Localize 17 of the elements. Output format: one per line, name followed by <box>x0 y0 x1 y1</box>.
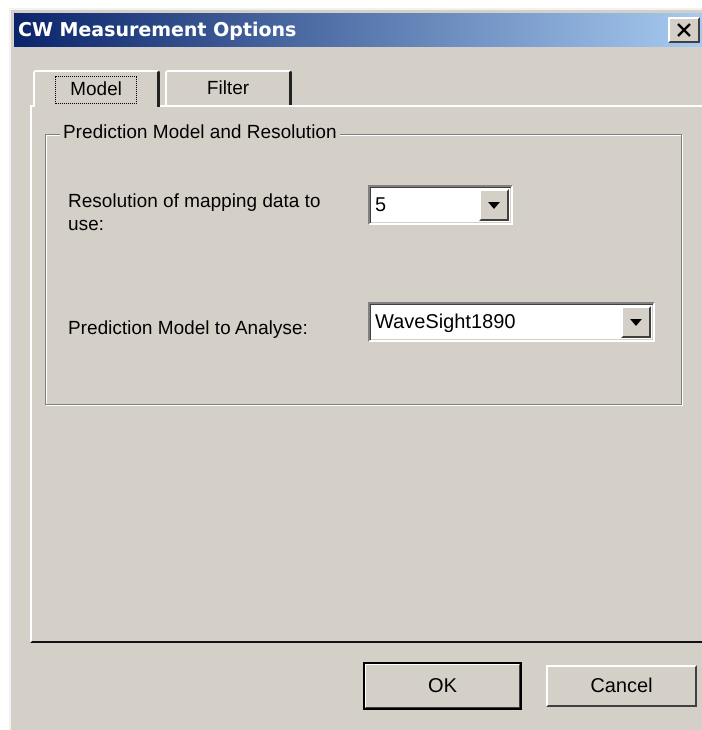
tab[interactable]: Filter <box>165 70 292 105</box>
close-button[interactable] <box>668 17 700 43</box>
dropdown-value: 5 <box>374 194 388 216</box>
dialog-button[interactable]: Cancel <box>546 665 697 707</box>
dialog-button[interactable]: OK <box>364 663 521 709</box>
dropdown[interactable]: 5 <box>368 185 513 225</box>
dropdown-value: WaveSight1890 <box>374 310 516 334</box>
tab[interactable]: Model <box>33 70 160 107</box>
field-label: Resolution of mapping data to use: <box>68 190 322 236</box>
window-title: CW Measurement Options <box>18 19 296 41</box>
dropdown-button[interactable] <box>479 189 509 221</box>
dropdown[interactable]: WaveSight1890 <box>368 302 655 342</box>
close-icon <box>676 23 692 37</box>
dropdown-button[interactable] <box>621 306 651 338</box>
field-label: Prediction Model to Analyse: <box>68 317 309 340</box>
caret-icon <box>630 318 642 326</box>
caret-icon <box>488 202 500 208</box>
